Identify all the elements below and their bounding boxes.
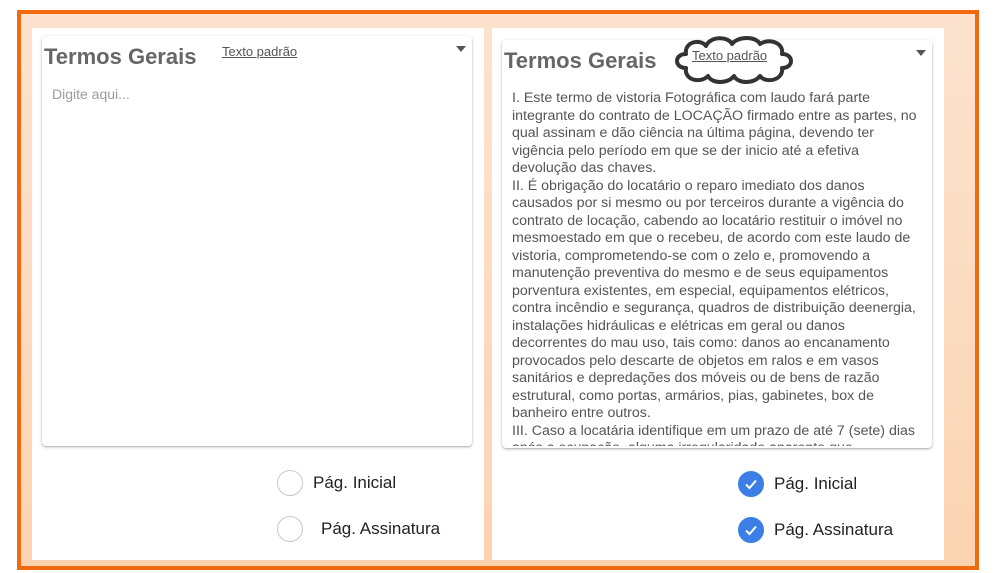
default-text-link[interactable]: Texto padrão bbox=[692, 48, 767, 63]
option-label: Pág. Assinatura bbox=[321, 519, 441, 538]
card-title: Termos Gerais bbox=[44, 44, 197, 69]
chevron-down-icon[interactable] bbox=[456, 46, 466, 52]
right-panel: Termos Gerais Texto padrão I. Este termo… bbox=[492, 28, 944, 560]
option-label: Pág. Assinatura bbox=[774, 520, 894, 539]
checkmark-icon bbox=[745, 525, 757, 536]
radio-initial-page[interactable] bbox=[277, 470, 303, 496]
terms-textarea[interactable] bbox=[52, 86, 464, 444]
checkmark-icon bbox=[745, 479, 757, 490]
option-initial-page[interactable]: Pág. Inicial bbox=[738, 469, 857, 499]
radio-signature-page[interactable] bbox=[277, 516, 303, 542]
option-initial-page[interactable]: Pág. Inicial bbox=[277, 468, 396, 498]
option-signature-page[interactable]: Pág. Assinatura bbox=[738, 515, 893, 545]
default-text-link[interactable]: Texto padrão bbox=[222, 44, 297, 59]
left-panel: Termos Gerais Texto padrão Pág. Inicial … bbox=[32, 28, 484, 560]
terms-card-filled: Termos Gerais Texto padrão I. Este termo… bbox=[502, 36, 932, 448]
terms-text[interactable]: I. Este termo de vistoria Fotográfica co… bbox=[512, 90, 920, 446]
chevron-down-icon[interactable] bbox=[916, 50, 926, 56]
option-label: Pág. Inicial bbox=[313, 473, 397, 492]
option-label: Pág. Inicial bbox=[774, 474, 858, 493]
radio-signature-page[interactable] bbox=[738, 517, 764, 543]
terms-card-empty: Termos Gerais Texto padrão bbox=[42, 36, 472, 446]
card-title: Termos Gerais bbox=[504, 48, 657, 73]
radio-initial-page[interactable] bbox=[738, 471, 764, 497]
option-signature-page[interactable]: Pág. Assinatura bbox=[277, 514, 440, 544]
